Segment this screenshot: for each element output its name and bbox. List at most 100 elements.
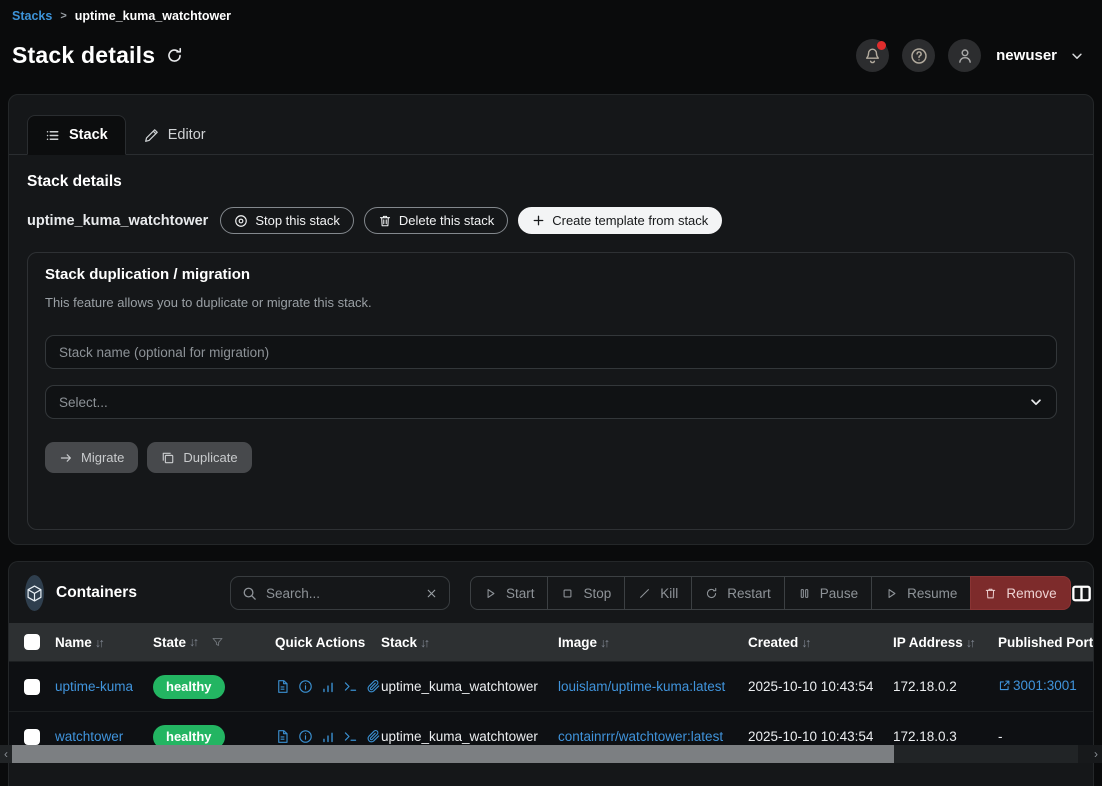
attach-icon[interactable] [366,729,381,744]
select-all-checkbox[interactable] [24,634,40,650]
breadcrumb-current: uptime_kuma_watchtower [75,9,231,23]
sort-icons[interactable]: ↓↑ [801,636,809,650]
remove-button[interactable]: Remove [970,576,1070,610]
restart-button[interactable]: Restart [691,576,785,610]
start-button[interactable]: Start [470,576,549,610]
image-link[interactable]: containrrr/watchtower:latest [558,729,723,744]
tab-bar: Stack Editor [9,95,1093,155]
stop-button[interactable]: Stop [547,576,625,610]
user-menu-chevron-icon[interactable] [1070,49,1084,63]
column-ports[interactable]: Published Ports [998,635,1093,650]
avatar[interactable] [948,39,981,72]
page-title: Stack details [12,42,155,69]
scrollbar-thumb[interactable] [12,745,894,763]
containers-table: Name↓↑ State↓↑ Quick Actions Stack↓↑ Ima… [9,623,1093,761]
scroll-left-arrow[interactable]: ‹ [0,745,12,763]
console-icon[interactable] [343,729,358,744]
pause-button[interactable]: Pause [784,576,872,610]
inspect-icon[interactable] [298,729,313,744]
stop-circle-icon [234,214,248,228]
attach-icon[interactable] [366,679,381,694]
container-actions: Start Stop Kill Restart Pause Resume [470,576,1071,610]
console-icon[interactable] [343,679,358,694]
page-header: Stack details n [0,23,1102,81]
notification-badge [877,41,886,50]
play-icon [484,587,497,600]
search-input[interactable] [266,586,416,601]
external-link-icon [998,679,1011,692]
tab-editor-label: Editor [168,127,206,143]
image-link[interactable]: louislam/uptime-kuma:latest [558,679,725,694]
stack-cell: uptime_kuma_watchtower [381,679,538,694]
stop-stack-button[interactable]: Stop this stack [220,207,354,234]
refresh-icon[interactable] [166,47,183,64]
containers-search [230,576,450,610]
help-button[interactable] [902,39,935,72]
sort-icons[interactable]: ↓↑ [420,636,428,650]
tab-editor[interactable]: Editor [126,115,224,155]
horizontal-scrollbar[interactable]: ‹ › [0,745,1102,763]
kill-button[interactable]: Kill [624,576,692,610]
created-cell: 2025-10-10 10:43:54 [748,729,873,744]
container-name-link[interactable]: uptime-kuma [55,679,133,694]
column-name[interactable]: Name↓↑ [55,635,153,650]
published-port-link[interactable]: 3001:3001 [998,678,1077,693]
created-cell: 2025-10-10 10:43:54 [748,679,873,694]
column-ip[interactable]: IP Address↓↑ [893,635,998,650]
user-icon [956,47,974,65]
sort-icons[interactable]: ↓↑ [600,636,608,650]
restart-icon [705,587,718,600]
containers-title: Containers [56,584,137,602]
trash-icon [378,214,392,228]
column-stack[interactable]: Stack↓↑ [381,635,558,650]
column-image[interactable]: Image↓↑ [558,635,748,650]
duplicate-button[interactable]: Duplicate [147,442,251,473]
migrate-button[interactable]: Migrate [45,442,138,473]
notifications-button[interactable] [856,39,889,72]
status-badge: healthy [153,675,225,699]
row-checkbox[interactable] [24,679,40,695]
username: newuser [996,47,1057,64]
environment-select[interactable]: Select... [45,385,1057,419]
tab-stack[interactable]: Stack [27,115,126,155]
stack-name: uptime_kuma_watchtower [27,213,208,229]
resume-button[interactable]: Resume [871,576,971,610]
stack-cell: uptime_kuma_watchtower [381,729,538,744]
published-port-cell: - [998,729,1003,744]
inspect-icon[interactable] [298,679,313,694]
create-template-button[interactable]: Create template from stack [518,207,722,234]
clear-search-icon[interactable] [425,587,438,600]
breadcrumb-separator: > [60,10,66,22]
container-name-link[interactable]: watchtower [55,729,123,744]
table-header-row: Name↓↑ State↓↑ Quick Actions Stack↓↑ Ima… [9,623,1093,661]
ip-cell: 172.18.0.2 [893,679,957,694]
stop-square-icon [561,587,574,600]
breadcrumb-stacks-link[interactable]: Stacks [12,9,52,23]
scroll-right-arrow[interactable]: › [1090,745,1102,763]
sort-icons[interactable]: ↓↑ [966,636,974,650]
arrow-right-icon [59,451,73,465]
duplication-description: This feature allows you to duplicate or … [45,295,1057,310]
trash-icon [984,587,997,600]
row-checkbox[interactable] [24,729,40,745]
delete-stack-button[interactable]: Delete this stack [364,207,508,234]
question-icon [910,47,928,65]
plus-icon [532,214,545,227]
filter-funnel-icon[interactable] [211,636,224,649]
ip-cell: 172.18.0.3 [893,729,957,744]
sort-icons[interactable]: ↓↑ [95,636,103,650]
select-value: Select... [59,395,108,410]
logs-icon[interactable] [275,729,290,744]
stats-icon[interactable] [321,680,335,694]
column-created[interactable]: Created↓↑ [748,635,893,650]
logs-icon[interactable] [275,679,290,694]
stats-icon[interactable] [321,730,335,744]
columns-icon[interactable] [1071,584,1092,603]
stack-name-input[interactable] [45,335,1057,369]
search-icon [242,586,257,601]
sort-icons[interactable]: ↓↑ [189,635,197,649]
cube-icon [25,575,44,611]
column-state[interactable]: State↓↑ [153,635,275,650]
stack-details-heading: Stack details [27,173,1075,191]
copy-icon [161,451,175,465]
